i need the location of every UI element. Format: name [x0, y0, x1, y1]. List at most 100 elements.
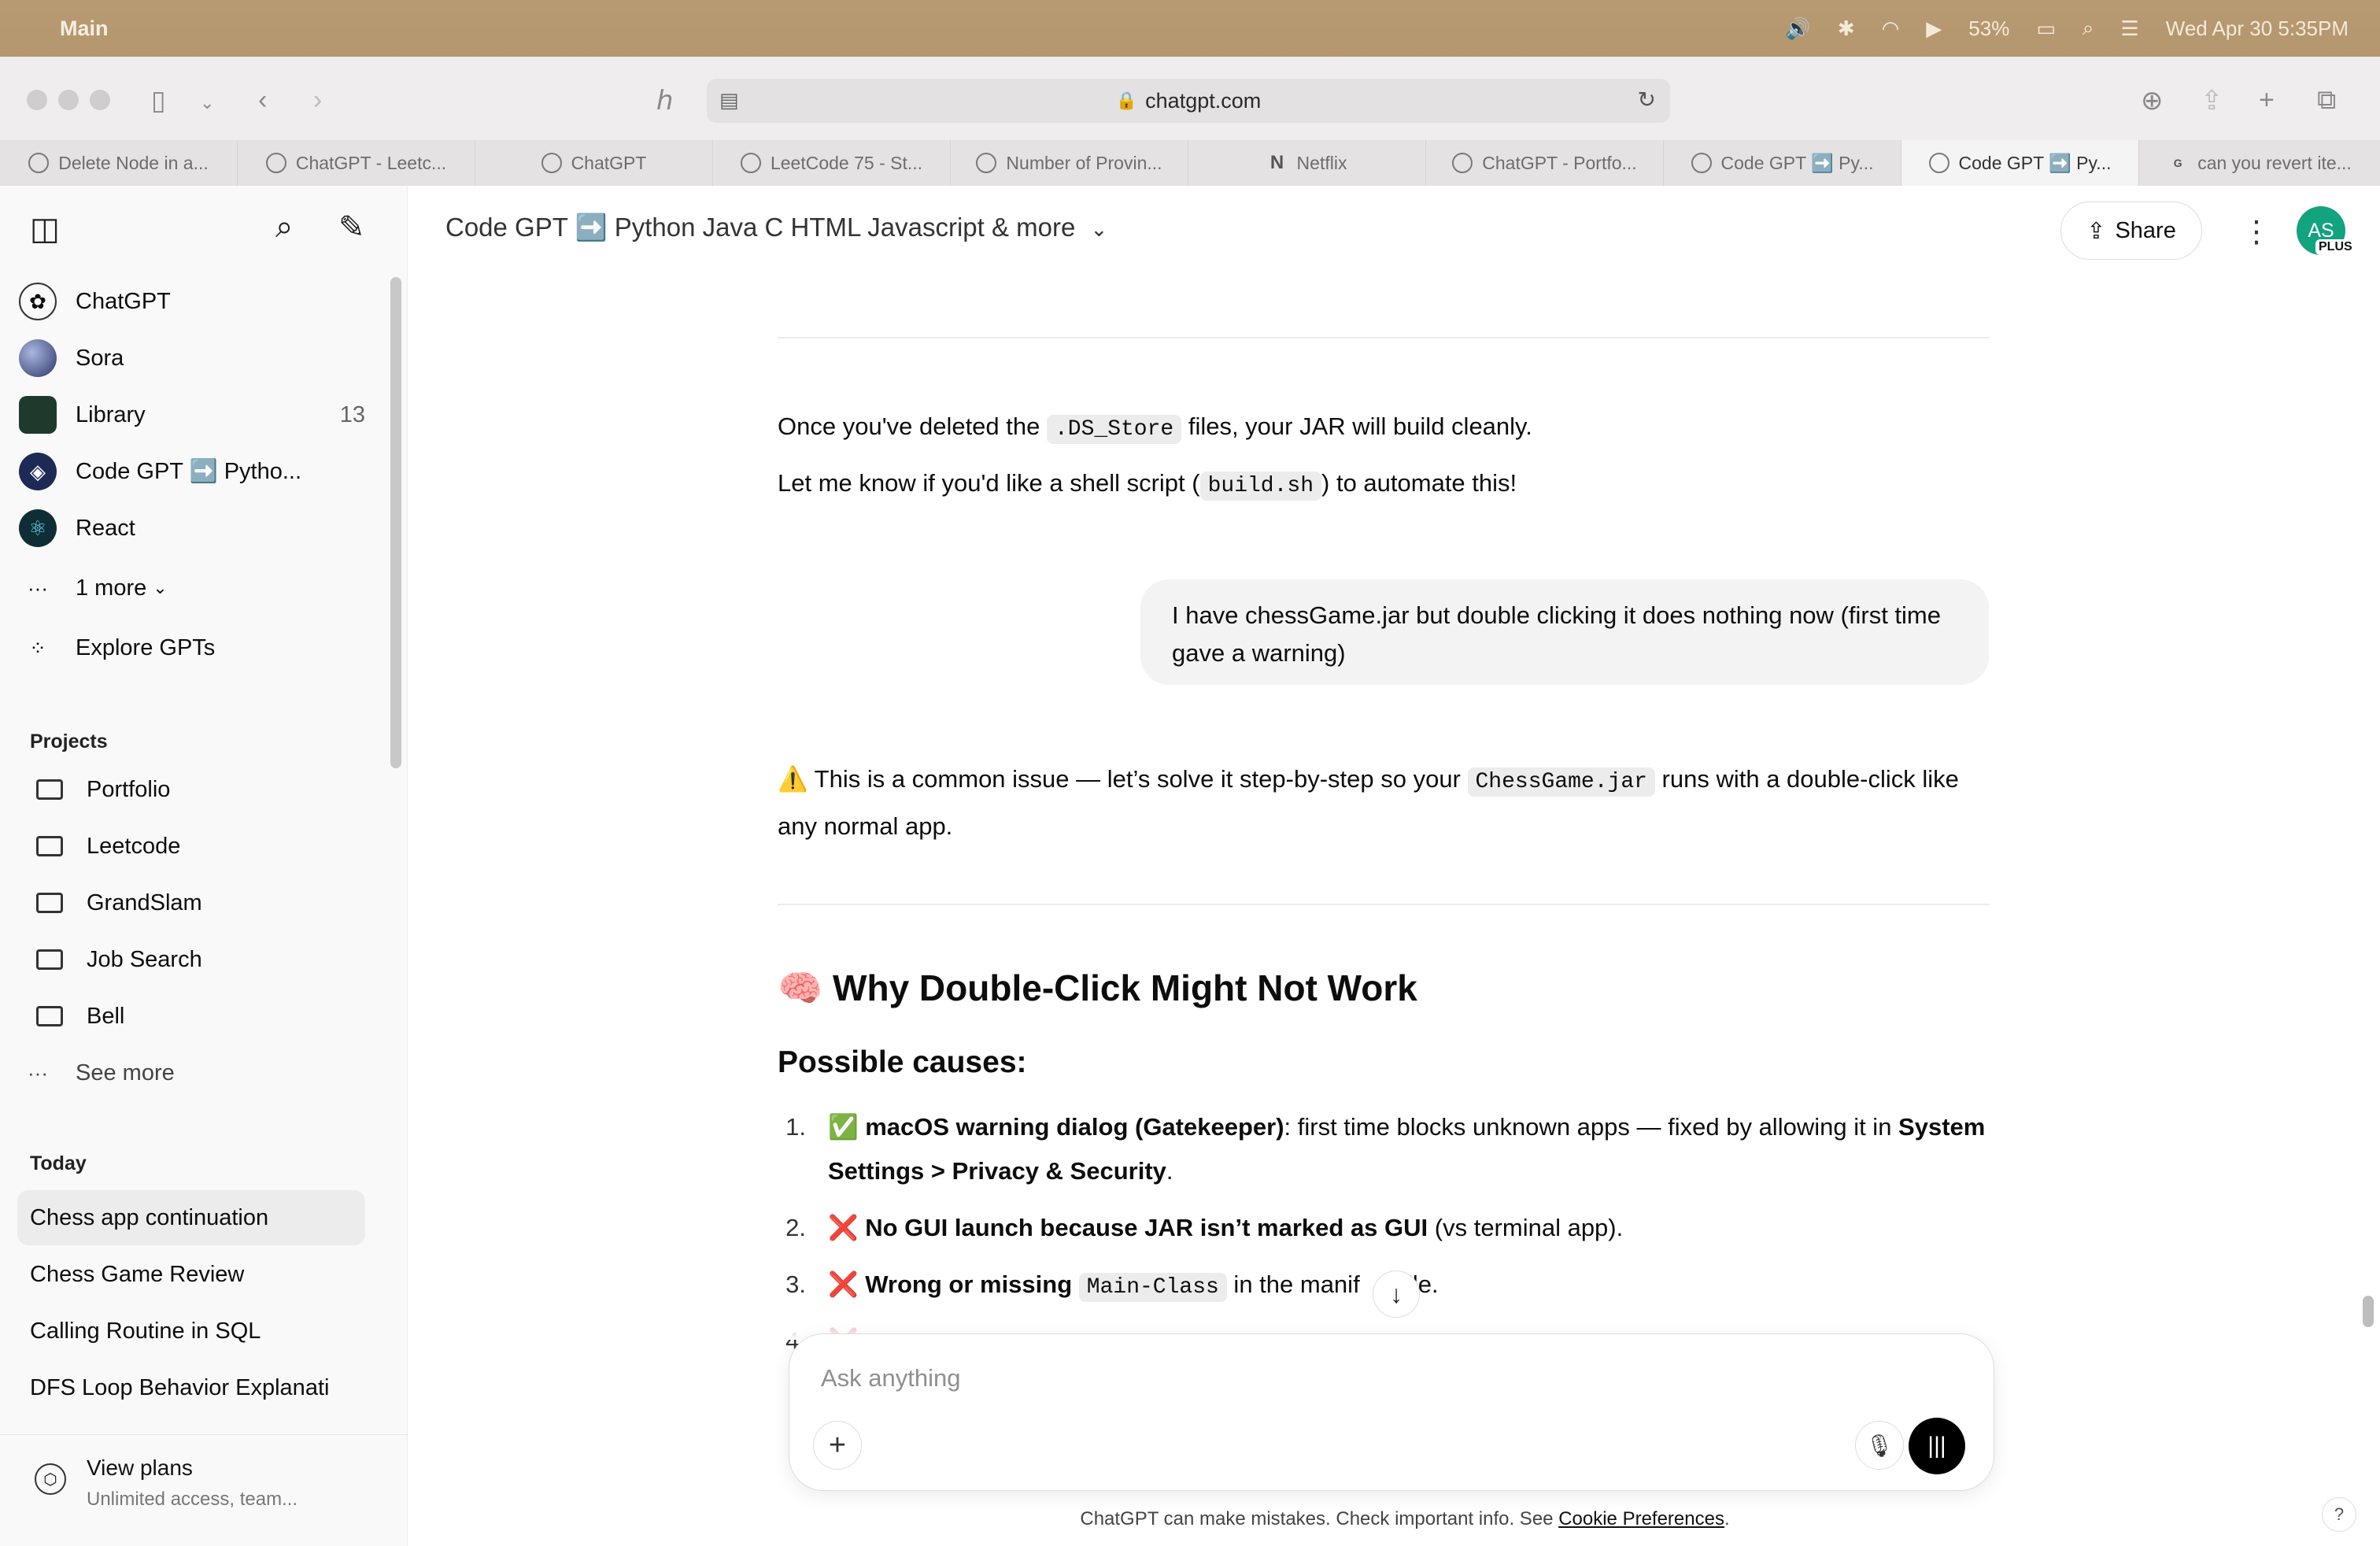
- browser-tab[interactable]: N Netflix: [1188, 140, 1426, 186]
- search-icon[interactable]: ⌕: [275, 209, 293, 245]
- message-input[interactable]: Ask anything: [821, 1364, 961, 1393]
- chevron-down-icon[interactable]: ⌄: [200, 93, 214, 113]
- reader-icon[interactable]: ▤: [719, 88, 739, 113]
- browser-tab[interactable]: Number of Provin...: [951, 140, 1188, 186]
- chat-header: Code GPT ➡️ Python Java C HTML Javascrip…: [408, 186, 2380, 272]
- attach-button[interactable]: +: [813, 1421, 862, 1470]
- browser-tab[interactable]: ChatGPT: [475, 140, 713, 186]
- list-item: 1. ✅ macOS warning dialog (Gatekeeper): …: [785, 1113, 1986, 1185]
- sidebar-item-library[interactable]: Library 13: [19, 389, 365, 441]
- window-controls: [27, 90, 110, 110]
- browser-tab[interactable]: Code GPT ➡️ Py...: [1664, 140, 1901, 186]
- sidebar-item-react[interactable]: ⚛ React: [19, 502, 365, 554]
- tab-favicon-icon: [1928, 153, 1949, 173]
- back-icon[interactable]: ‹: [258, 85, 267, 116]
- sidebar-toggle-icon[interactable]: ▯: [151, 85, 166, 117]
- wifi-icon[interactable]: ◠: [1882, 17, 1900, 41]
- view-plans-button[interactable]: ⬡ View plans Unlimited access, team...: [0, 1434, 408, 1546]
- battery-percent[interactable]: 53%: [1968, 17, 2009, 41]
- downloads-icon[interactable]: ⊕: [2141, 85, 2164, 117]
- sidebar-more-button[interactable]: ··· 1 more ⌄: [19, 562, 365, 614]
- plus-badge: PLUS: [2315, 239, 2356, 255]
- extension-icon[interactable]: ℎ: [656, 85, 674, 117]
- chat-item-selected[interactable]: Chess app continuation: [17, 1190, 365, 1245]
- tab-favicon-icon: [976, 153, 997, 173]
- browser-tab-active[interactable]: Code GPT ➡️ Py...: [1901, 140, 2139, 186]
- user-message: I have chessGame.jar but double clicking…: [1140, 579, 1989, 685]
- main-scrollbar[interactable]: [2363, 1296, 2374, 1327]
- arrow-down-icon: ↓: [1390, 1279, 1402, 1308]
- datetime[interactable]: Wed Apr 30 5:35PM: [2166, 17, 2349, 41]
- project-item[interactable]: Leetcode: [36, 820, 382, 872]
- browser-tab[interactable]: LeetCode 75 - St...: [713, 140, 951, 186]
- share-button[interactable]: ⇪ Share: [2060, 202, 2202, 260]
- grid-icon: ⁘: [29, 635, 46, 660]
- composer[interactable]: Ask anything + 🎙 |||: [789, 1333, 1994, 1491]
- folder-icon: [36, 949, 63, 970]
- project-item[interactable]: Job Search: [36, 934, 382, 986]
- browser-tab[interactable]: ChatGPT - Leetc...: [238, 140, 475, 186]
- bluetooth-icon[interactable]: ✱: [1838, 17, 1855, 41]
- sidebar-scrollbar[interactable]: [390, 277, 401, 768]
- browser-tab[interactable]: Gcan you revert ite...: [2139, 140, 2380, 186]
- new-tab-icon[interactable]: +: [2259, 85, 2275, 116]
- app-name[interactable]: Main: [60, 17, 109, 41]
- code-gpt-icon: ◈: [19, 453, 57, 490]
- more-options-icon[interactable]: ⋮: [2241, 214, 2271, 250]
- chevron-down-icon: ⌄: [153, 578, 168, 597]
- address-bar[interactable]: ▤ 🔒 chatgpt.com ↻: [707, 79, 1670, 123]
- reload-icon[interactable]: ↻: [1638, 87, 1656, 113]
- tab-favicon-icon: [1691, 153, 1712, 173]
- netflix-icon: N: [1269, 152, 1284, 173]
- zoom-window-button[interactable]: [90, 90, 110, 110]
- library-icon: [19, 396, 57, 434]
- sidebar: ◫ ⌕ ✎ ✿ ChatGPT Sora Library 13 ◈ Code G…: [0, 186, 408, 1546]
- share-icon[interactable]: ⇪: [2201, 85, 2223, 117]
- waveform-icon: |||: [1927, 1433, 1946, 1459]
- model-selector[interactable]: Code GPT ➡️ Python Java C HTML Javascrip…: [445, 213, 1107, 243]
- new-chat-icon[interactable]: ✎: [338, 209, 365, 246]
- assistant-paragraph: Once you've deleted the .DS_Store files,…: [778, 405, 1990, 452]
- forward-icon[interactable]: ›: [313, 85, 322, 116]
- ellipsis-icon: ···: [28, 1060, 48, 1085]
- spotlight-icon[interactable]: ⌕: [2082, 16, 2094, 41]
- disclaimer: ChatGPT can make mistakes. Check importa…: [1080, 1508, 1730, 1529]
- voice-mode-button[interactable]: |||: [1909, 1418, 1965, 1474]
- scroll-down-button[interactable]: ↓: [1373, 1270, 1420, 1318]
- project-item[interactable]: Bell: [36, 990, 382, 1042]
- chat-item[interactable]: DFS Loop Behavior Explanati: [17, 1360, 365, 1415]
- see-more-button[interactable]: ··· See more: [19, 1047, 365, 1099]
- sidebar-item-code-gpt[interactable]: ◈ Code GPT ➡️ Pytho...: [19, 446, 365, 497]
- menu-bar: Main 🔊 ✱ ◠ ▶ 53% ▭ ⌕ ☰ Wed Apr 30 5:35PM: [0, 0, 2380, 57]
- project-item[interactable]: Portfolio: [36, 764, 382, 816]
- dictate-button[interactable]: 🎙: [1855, 1421, 1904, 1470]
- sora-icon: [19, 339, 57, 377]
- ellipsis-icon: ···: [28, 575, 48, 600]
- minimize-window-button[interactable]: [58, 90, 79, 110]
- inline-code: Main-Class: [1078, 1273, 1227, 1302]
- close-window-button[interactable]: [27, 90, 47, 110]
- sidebar-item-sora[interactable]: Sora: [19, 332, 365, 384]
- sidebar-item-explore-gpts[interactable]: ⁘ Explore GPTs: [19, 622, 365, 674]
- browser-tab[interactable]: Delete Node in a...: [0, 140, 238, 186]
- browser-tab[interactable]: ChatGPT - Portfo...: [1426, 140, 1664, 186]
- url-text[interactable]: chatgpt.com: [1145, 89, 1261, 113]
- sidebar-item-chatgpt[interactable]: ✿ ChatGPT: [19, 276, 365, 327]
- cookie-preferences-link[interactable]: Cookie Preferences: [1558, 1508, 1724, 1529]
- sidebar-toggle-icon[interactable]: ◫: [30, 211, 60, 247]
- plus-icon: +: [828, 1428, 847, 1462]
- chat-item[interactable]: Calling Routine in SQL: [17, 1304, 365, 1359]
- assistant-paragraph: Let me know if you'd like a shell script…: [778, 461, 1990, 509]
- folder-icon: [36, 836, 63, 856]
- control-center-icon[interactable]: ☰: [2120, 17, 2138, 41]
- project-item[interactable]: GrandSlam: [36, 877, 382, 929]
- tab-favicon-icon: [28, 153, 50, 173]
- lock-icon: 🔒: [1115, 91, 1138, 110]
- inline-code: ChessGame.jar: [1467, 767, 1655, 797]
- help-button[interactable]: ?: [2322, 1497, 2356, 1532]
- tab-overview-icon[interactable]: ⧉: [2317, 85, 2336, 116]
- list-item: 2. ❌ No GUI launch because JAR isn’t mar…: [785, 1214, 1624, 1241]
- chat-item[interactable]: Chess Game Review: [17, 1247, 365, 1302]
- volume-icon[interactable]: 🔊: [1785, 17, 1810, 41]
- play-icon[interactable]: ▶: [1926, 17, 1942, 41]
